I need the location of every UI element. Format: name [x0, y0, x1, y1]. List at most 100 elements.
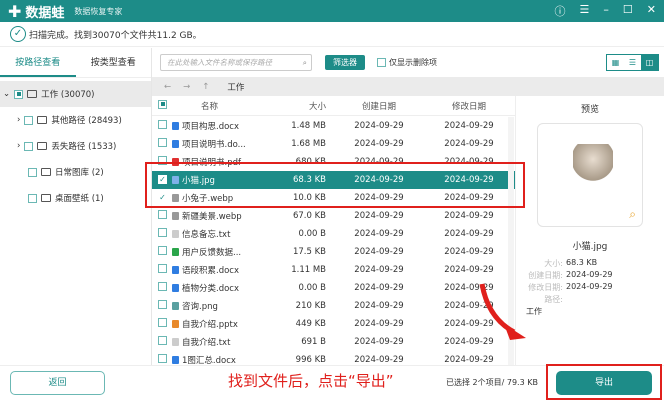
file-name: 自我介绍.txt [182, 338, 231, 348]
list-view-icon[interactable]: ☰ [624, 55, 641, 70]
grid-view-icon[interactable]: ▦ [607, 55, 624, 70]
column-modified[interactable]: 修改日期 [424, 100, 514, 112]
red-arrow-icon [479, 283, 526, 340]
detail-view-icon[interactable]: ◫ [641, 54, 658, 70]
file-size: 210 KB [295, 301, 326, 311]
filter-button[interactable]: 筛选器 [325, 54, 365, 70]
file-type-icon [172, 320, 179, 328]
file-size: 17.5 KB [292, 247, 326, 257]
column-size[interactable]: 大小 [247, 100, 334, 112]
tab-by-path[interactable]: 按路径查看 [0, 48, 76, 77]
row-checkbox[interactable] [158, 318, 167, 327]
table-row[interactable]: 新疆美景.webp 67.0 KB 2024-09-29 2024-09-29 [152, 207, 515, 225]
file-name: 语段积累.docx [182, 266, 240, 276]
column-name[interactable]: 名称 [172, 100, 247, 112]
only-deleted-checkbox[interactable] [377, 57, 386, 67]
file-name: 项目说明书.do... [182, 140, 246, 150]
zoom-icon[interactable]: ⌕ [629, 207, 636, 222]
row-checkbox[interactable] [158, 246, 167, 255]
row-checkbox[interactable] [158, 228, 167, 237]
file-created: 2024-09-29 [354, 301, 404, 311]
folder-icon [41, 168, 51, 176]
preview-title: 预览 [580, 105, 599, 115]
column-created[interactable]: 创建日期 [334, 100, 424, 112]
maximize-icon[interactable]: ☐ [623, 3, 633, 19]
table-row[interactable]: 信息备忘.txt 0.00 B 2024-09-29 2024-09-29 [152, 225, 515, 243]
up-arrow-icon[interactable]: ↑ [202, 82, 209, 92]
file-type-icon [172, 122, 179, 130]
row-checkbox[interactable] [158, 120, 167, 129]
file-name: 用户反馈数据... [182, 248, 242, 258]
file-created: 2024-09-29 [354, 229, 404, 239]
file-created: 2024-09-29 [354, 247, 404, 257]
title-bar: ✚ 数据蛙 数据恢复专家 ⓘ ☰ – ☐ ✕ [0, 0, 664, 22]
file-created: 2024-09-29 [354, 139, 404, 149]
tree-item-wallpaper[interactable]: 桌面壁纸 (1) [0, 185, 151, 211]
breadcrumb: 工作 [227, 82, 245, 93]
forward-arrow-icon[interactable]: → [183, 82, 190, 92]
chevron-right-icon[interactable]: › [17, 141, 20, 151]
file-modified: 2024-09-29 [444, 265, 494, 275]
tree-item-gallery[interactable]: 日常图库 (2) [0, 159, 151, 185]
table-row[interactable]: 项目说明书.do... 1.68 MB 2024-09-29 2024-09-2… [152, 135, 515, 153]
file-name: 自我介绍.pptx [182, 320, 238, 330]
table-row[interactable]: 语段积累.docx 1.11 MB 2024-09-29 2024-09-29 [152, 261, 515, 279]
row-checkbox[interactable] [158, 210, 167, 219]
table-row[interactable]: 植物分类.docx 0.00 B 2024-09-29 2024-09-29 [152, 279, 515, 297]
tab-by-type[interactable]: 按类型查看 [76, 48, 152, 77]
row-checkbox[interactable] [158, 354, 167, 363]
folder-icon [37, 142, 48, 150]
meta-label: 大小: [544, 259, 563, 268]
back-arrow-icon[interactable]: ← [164, 82, 171, 92]
file-modified: 2024-09-29 [444, 139, 494, 149]
file-list: 项目构思.docx 1.48 MB 2024-09-29 2024-09-29 … [152, 117, 515, 369]
table-row[interactable]: 项目构思.docx 1.48 MB 2024-09-29 2024-09-29 [152, 117, 515, 135]
tree-label: 桌面壁纸 (1) [55, 194, 104, 204]
file-created: 2024-09-29 [354, 211, 404, 221]
table-row[interactable]: 用户反馈数据... 17.5 KB 2024-09-29 2024-09-29 [152, 243, 515, 261]
file-type-icon [172, 248, 179, 256]
file-size: 0.00 B [298, 283, 326, 293]
tree-item-other[interactable]: › 其他路径 (28493) [0, 107, 151, 133]
file-type-icon [172, 140, 179, 148]
tree-item-lost[interactable]: › 丢失路径 (1533) [0, 133, 151, 159]
table-row[interactable]: 自我介绍.pptx 449 KB 2024-09-29 2024-09-29 [152, 315, 515, 333]
file-modified: 2024-09-29 [444, 247, 494, 257]
file-modified: 2024-09-29 [444, 121, 494, 131]
file-name: 植物分类.docx [182, 284, 240, 294]
file-size: 67.0 KB [292, 211, 326, 221]
row-checkbox[interactable] [158, 336, 167, 345]
close-icon[interactable]: ✕ [647, 3, 656, 19]
search-icon[interactable]: ⌕ [303, 55, 307, 70]
help-icon[interactable]: ⓘ [555, 3, 566, 19]
file-type-icon [172, 266, 179, 274]
tree-checkbox[interactable] [28, 167, 37, 177]
file-created: 2024-09-29 [354, 355, 404, 365]
file-type-icon [172, 212, 179, 220]
row-checkbox[interactable] [158, 138, 167, 147]
file-created: 2024-09-29 [354, 265, 404, 275]
menu-icon[interactable]: ☰ [580, 3, 590, 19]
tree-item-work[interactable]: ⌄ 工作 (30070) [0, 81, 151, 107]
table-row[interactable]: 自我介绍.txt 691 B 2024-09-29 2024-09-29 [152, 333, 515, 351]
search-input[interactable]: 在此处输入文件名称或保存路径 ⌕ [160, 53, 312, 71]
scan-status: ✓ 扫描完成。找到30070个文件共11.2 GB。 [0, 22, 664, 47]
chevron-right-icon[interactable]: › [17, 115, 20, 125]
status-text: 扫描完成。找到30070个文件共11.2 GB。 [29, 30, 202, 41]
row-checkbox[interactable] [158, 282, 167, 291]
preview-panel: 预览 ⌕ 小猫.jpg 大小: 68.3 KB 创建日期: 2024-09-29 修… [515, 96, 664, 365]
tree-checkbox[interactable] [14, 89, 24, 99]
file-type-icon [172, 302, 179, 310]
minimize-icon[interactable]: – [603, 3, 609, 19]
tree-checkbox[interactable] [24, 115, 34, 125]
back-button[interactable]: 返回 [10, 371, 105, 395]
tree-checkbox[interactable] [24, 141, 34, 151]
row-checkbox[interactable] [158, 264, 167, 273]
table-row[interactable]: 咨询.png 210 KB 2024-09-29 2024-09-29 [152, 297, 515, 315]
row-checkbox[interactable] [158, 300, 167, 309]
selection-info: 已选择 2个项目/ 79.3 KB [446, 378, 538, 387]
chevron-down-icon[interactable]: ⌄ [3, 89, 10, 99]
only-deleted-toggle[interactable]: 仅显示删除项 [377, 57, 437, 68]
select-all-checkbox[interactable] [158, 99, 167, 109]
tree-checkbox[interactable] [28, 193, 37, 203]
